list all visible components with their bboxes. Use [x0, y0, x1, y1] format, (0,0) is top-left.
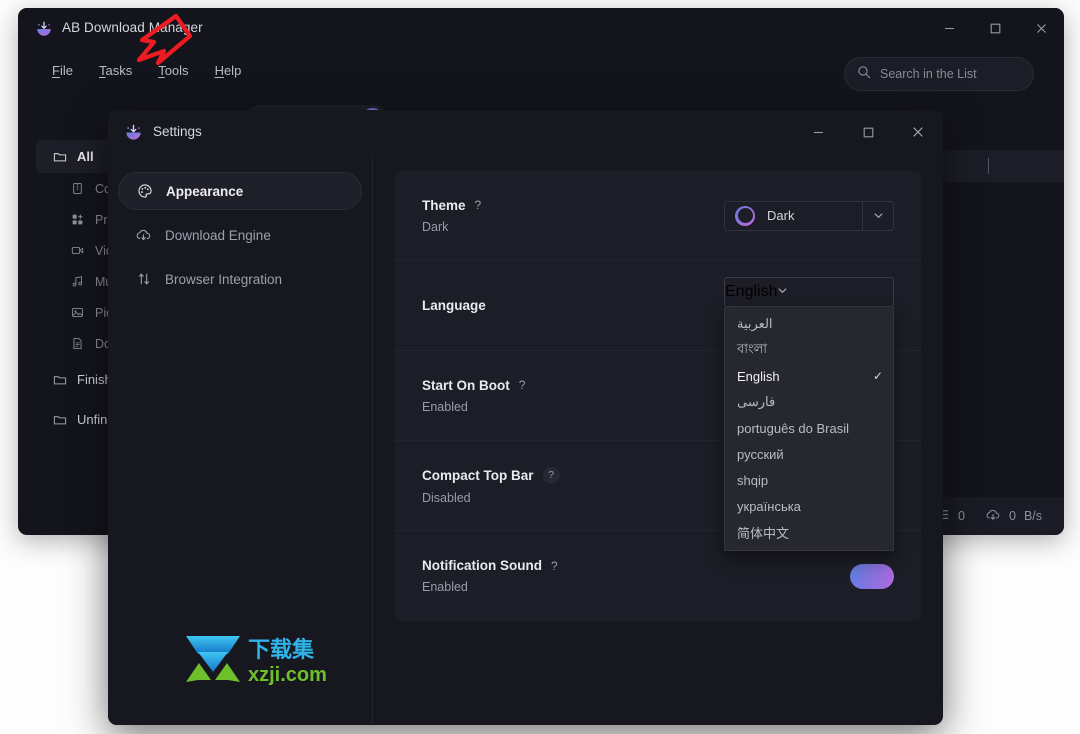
nav-item-label: Download Engine — [165, 227, 271, 243]
document-icon — [70, 336, 85, 351]
sidebar-group-label: All — [77, 149, 94, 164]
settings-window-controls — [793, 110, 943, 154]
language-option-simplified-chinese[interactable]: 简体中文 — [725, 519, 893, 545]
language-option-albanian[interactable]: shqip — [725, 467, 893, 493]
language-option-ukrainian[interactable]: українська — [725, 493, 893, 519]
updown-arrows-icon — [135, 271, 152, 288]
chevron-down-icon — [862, 201, 893, 230]
setting-subtitle: Enabled — [422, 580, 468, 594]
search-placeholder: Search in the List — [880, 67, 977, 81]
setting-notification-sound-text: Notification Sound ? Enabled — [422, 558, 850, 594]
menu-tools[interactable]: Tools — [158, 63, 188, 78]
menu-tasks[interactable]: Tasks — [99, 63, 132, 78]
download-cloud-icon — [135, 227, 152, 244]
nav-item-download-engine[interactable]: Download Engine — [118, 216, 362, 254]
text-caret — [988, 158, 989, 174]
menu-file[interactable]: File — [52, 63, 73, 78]
help-icon[interactable]: ? — [542, 466, 560, 484]
maximize-icon[interactable] — [972, 8, 1018, 48]
minimize-icon[interactable] — [926, 8, 972, 48]
main-window-title: AB Download Manager — [62, 20, 203, 35]
main-window-controls — [926, 8, 1064, 48]
setting-title: Notification Sound ? — [422, 558, 558, 573]
item-count-value: 0 — [958, 509, 965, 523]
ab-download-manager-logo-icon — [124, 123, 143, 142]
palette-icon — [136, 183, 153, 200]
language-select[interactable]: English — [724, 277, 894, 307]
nav-item-browser-integration[interactable]: Browser Integration — [118, 260, 362, 298]
svg-text:下载集: 下载集 — [248, 637, 315, 662]
language-option-portuguese-brazil[interactable]: português do Brasil — [725, 415, 893, 441]
download-cloud-icon — [985, 507, 1001, 526]
setting-row-language: Language English العربية বাংলা English ✓… — [395, 261, 921, 551]
menu-help[interactable]: Help — [215, 63, 242, 78]
settings-dialog-title: Settings — [153, 124, 202, 139]
theme-select[interactable]: Dark — [724, 200, 894, 231]
notification-sound-toggle[interactable] — [850, 563, 894, 589]
nav-item-label: Appearance — [166, 183, 244, 199]
watermark-logo: 下载集 xzji.com — [180, 630, 327, 688]
help-icon[interactable]: ? — [551, 559, 558, 573]
setting-theme-text: Theme ? Dark — [422, 198, 724, 234]
chevron-down-icon — [777, 283, 788, 301]
ab-download-manager-logo-icon — [35, 20, 53, 38]
main-menubar: File Tasks Tools Help — [52, 63, 241, 78]
image-icon — [70, 305, 85, 320]
nav-item-label: Browser Integration — [165, 271, 283, 287]
close-icon[interactable] — [893, 110, 943, 154]
search-input[interactable]: Search in the List — [844, 57, 1034, 91]
setting-row-theme: Theme ? Dark Dark — [395, 171, 921, 261]
folder-icon — [52, 149, 67, 164]
settings-content: Theme ? Dark Dark Language English العرب… — [373, 154, 943, 725]
language-option-bengali[interactable]: বাংলা — [725, 337, 893, 363]
screenshot-root: AB Download Manager File Tasks Tools Hel… — [0, 0, 1080, 734]
language-option-persian[interactable]: فارسی — [725, 389, 893, 415]
settings-dialog: Settings Appearance Download Engine Brow… — [108, 110, 943, 725]
apps-icon — [70, 212, 85, 227]
main-titlebar: AB Download Manager — [18, 8, 1064, 48]
folder-icon — [52, 412, 67, 427]
music-icon — [70, 274, 85, 289]
archive-icon — [70, 181, 85, 196]
settings-card: Theme ? Dark Dark Language English العرب… — [395, 171, 921, 621]
search-icon — [857, 65, 871, 84]
setting-subtitle: Dark — [422, 219, 449, 234]
language-option-arabic[interactable]: العربية — [725, 311, 893, 337]
minimize-icon[interactable] — [793, 110, 843, 154]
folder-icon — [52, 372, 67, 387]
language-dropdown-list: العربية বাংলা English ✓ فارسی português … — [724, 307, 894, 551]
speed-unit: B/s — [1023, 509, 1042, 523]
settings-titlebar: Settings — [108, 110, 943, 154]
nav-item-appearance[interactable]: Appearance — [118, 172, 362, 210]
maximize-icon[interactable] — [843, 110, 893, 154]
speed-group: 0 B/s — [985, 507, 1042, 526]
theme-select-value: Dark — [767, 208, 795, 223]
help-icon[interactable]: ? — [475, 198, 482, 212]
video-icon — [70, 243, 85, 258]
speed-value: 0 — [1008, 509, 1016, 523]
check-icon: ✓ — [872, 369, 883, 383]
language-select-value: English — [725, 283, 778, 300]
language-option-russian[interactable]: русский — [725, 441, 893, 467]
close-icon[interactable] — [1018, 8, 1064, 48]
setting-title: Theme ? — [422, 197, 482, 213]
language-option-english[interactable]: English ✓ — [725, 363, 893, 389]
theme-color-orb-icon — [735, 205, 755, 226]
svg-text:xzji.com: xzji.com — [248, 664, 326, 686]
help-icon[interactable]: ? — [519, 378, 526, 392]
